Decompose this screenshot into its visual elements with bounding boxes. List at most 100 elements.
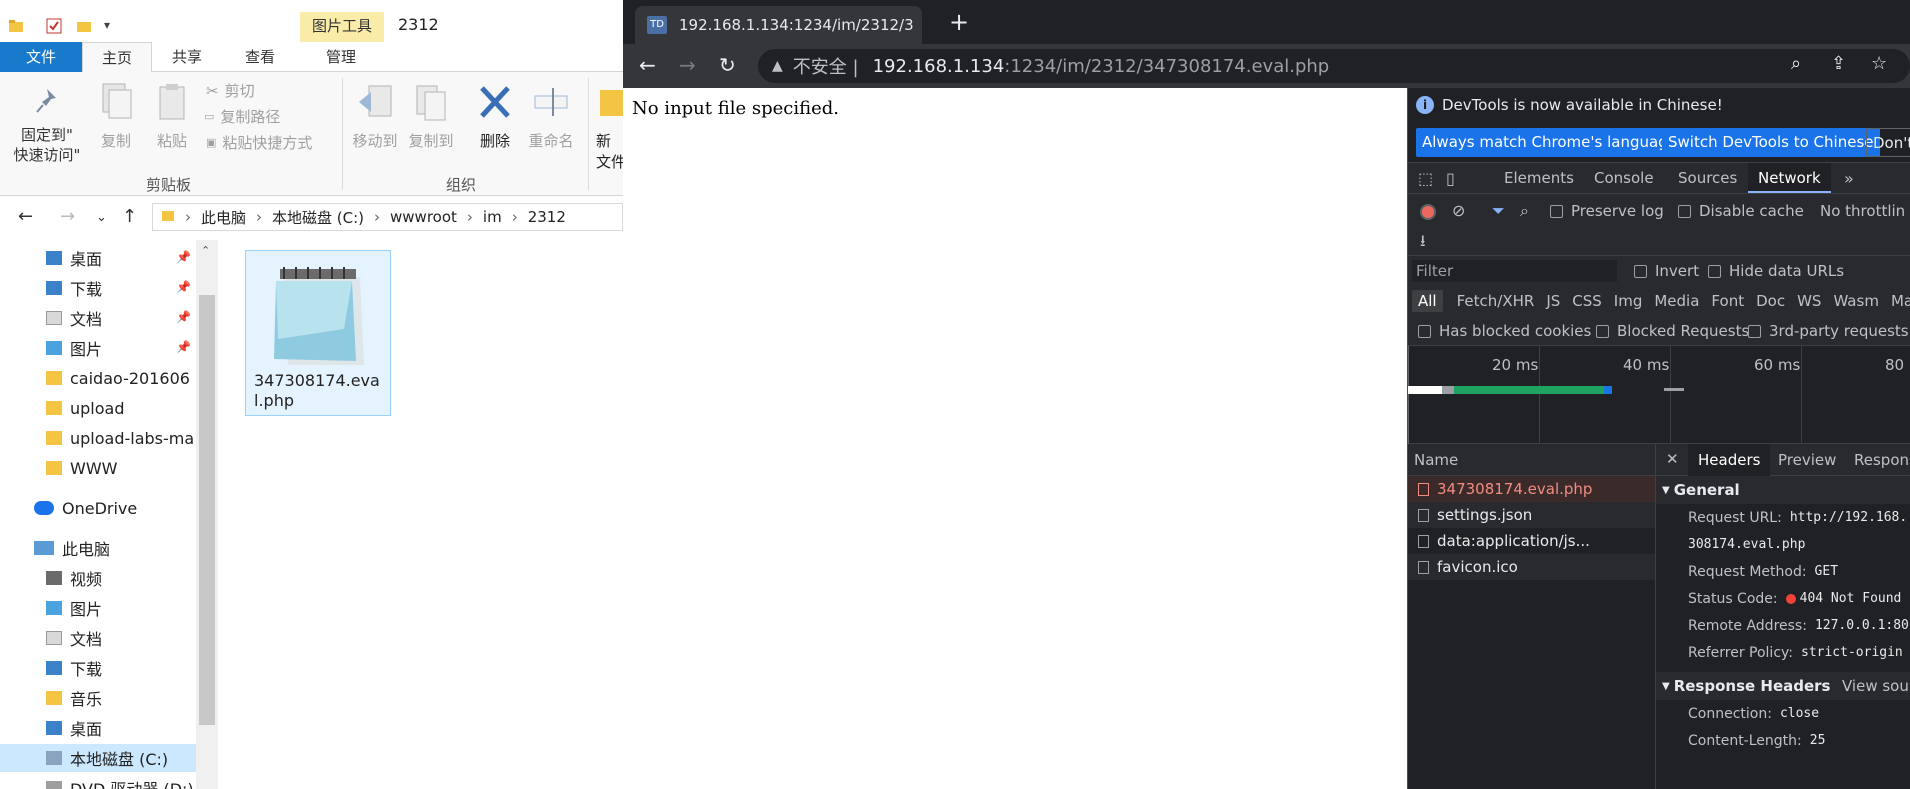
always-match-language-button[interactable]: Always match Chrome's language — [1416, 128, 1683, 157]
tab-elements[interactable]: Elements — [1494, 163, 1584, 193]
general-section-header[interactable]: ▼ General — [1656, 476, 1910, 504]
tab-file[interactable]: 文件 — [0, 42, 82, 72]
nav-item-downloads[interactable]: 下载 — [46, 654, 102, 682]
import-har-icon[interactable]: ⭳ — [1420, 230, 1426, 257]
nav-item-music[interactable]: 音乐 — [46, 684, 102, 712]
copy-button[interactable]: 复制 — [94, 82, 138, 151]
nav-item-folder[interactable]: upload-labs-ma — [46, 424, 194, 452]
response-headers-section-header[interactable]: ▼Response Headers View sourc — [1656, 672, 1910, 700]
tab-headers[interactable]: Headers — [1688, 444, 1771, 476]
type-filter-img[interactable]: Img — [1608, 290, 1649, 312]
nav-item-downloads[interactable]: 下载 — [46, 274, 102, 302]
more-tabs-chevron-icon[interactable]: » — [1844, 169, 1854, 188]
tab-share[interactable]: 共享 — [156, 42, 218, 72]
paste-button[interactable]: 粘贴 — [150, 82, 194, 151]
nav-item-videos[interactable]: 视频 — [46, 564, 102, 592]
new-folder-icon[interactable] — [76, 18, 92, 34]
blocked-requests-checkbox[interactable]: Blocked Requests — [1596, 322, 1749, 340]
switch-to-chinese-button[interactable]: Switch DevTools to Chinese — [1662, 128, 1880, 157]
request-row[interactable]: data:application/js... — [1408, 528, 1655, 554]
type-filter-css[interactable]: CSS — [1566, 290, 1608, 312]
invert-checkbox[interactable]: Invert — [1634, 262, 1699, 280]
forward-arrow-icon[interactable]: → — [679, 53, 696, 77]
inspect-element-icon[interactable]: ⬚ — [1418, 169, 1433, 188]
type-filter-wasm[interactable]: Wasm — [1827, 290, 1885, 312]
filter-funnel-icon[interactable]: ⏷ — [1492, 201, 1505, 221]
nav-item-pictures[interactable]: 图片 — [46, 594, 102, 622]
breadcrumb-item[interactable]: 此电脑 — [201, 207, 246, 228]
zoom-icon[interactable]: ⌕ — [1791, 53, 1801, 74]
nav-item-dvd-drive[interactable]: DVD 驱动器 (D:) — [46, 774, 194, 789]
back-arrow-icon[interactable]: ← — [18, 206, 33, 227]
clear-icon[interactable]: ⊘ — [1452, 201, 1465, 220]
address-bar[interactable]: ▲ 不安全 | 192.168.1.134 :1234/im/2312/3473… — [758, 49, 1910, 83]
bookmark-star-icon[interactable]: ☆ — [1871, 53, 1887, 74]
nav-item-pictures[interactable]: 图片 — [46, 334, 102, 362]
nav-item-folder[interactable]: caidao-201606 — [46, 364, 190, 392]
properties-check-icon[interactable] — [46, 18, 62, 34]
type-filter-media[interactable]: Media — [1648, 290, 1705, 312]
breadcrumb-item[interactable]: wwwroot — [390, 208, 457, 226]
file-item[interactable]: 347308174.eval.php — [245, 250, 391, 416]
nav-item-this-pc[interactable]: 此电脑 — [34, 534, 110, 562]
nav-item-folder[interactable]: upload — [46, 394, 125, 422]
cut-button[interactable]: ✂ 剪切 — [206, 80, 255, 101]
copy-to-button[interactable]: 复制到 — [404, 82, 458, 151]
tab-view[interactable]: 查看 — [228, 42, 292, 72]
filter-input[interactable]: Filter — [1412, 260, 1617, 282]
disable-cache-checkbox[interactable]: Disable cache — [1678, 202, 1804, 220]
nav-item-documents[interactable]: 文档 — [46, 304, 102, 332]
breadcrumb-item[interactable]: im — [483, 208, 502, 226]
nav-item-local-disk-c[interactable]: 本地磁盘 (C:) — [0, 744, 196, 772]
delete-button[interactable]: 删除 — [470, 82, 520, 151]
forward-arrow-icon[interactable]: → — [60, 206, 75, 227]
type-filter-ws[interactable]: WS — [1791, 290, 1827, 312]
scroll-up-icon[interactable]: ⌃ — [201, 244, 210, 257]
type-filter-doc[interactable]: Doc — [1750, 290, 1791, 312]
copy-path-button[interactable]: ▭ 复制路径 — [204, 106, 280, 127]
breadcrumb-item[interactable]: 2312 — [528, 208, 566, 226]
request-row[interactable]: favicon.ico — [1408, 554, 1655, 580]
search-icon[interactable]: ⌕ — [1520, 201, 1529, 221]
reload-icon[interactable]: ↻ — [719, 53, 736, 77]
tab-console[interactable]: Console — [1584, 163, 1664, 193]
tab-network[interactable]: Network — [1748, 163, 1831, 193]
paste-shortcut-button[interactable]: ▣ 粘贴快捷方式 — [206, 132, 312, 153]
tab-manage[interactable]: 管理 — [306, 42, 376, 72]
request-row[interactable]: 347308174.eval.php — [1408, 476, 1655, 502]
nav-item-desktop[interactable]: 桌面 — [46, 244, 102, 272]
breadcrumb-item[interactable]: 本地磁盘 (C:) — [272, 207, 364, 228]
address-bar[interactable]: › 此电脑 › 本地磁盘 (C:) › wwwroot › im › 2312 — [152, 203, 623, 231]
browser-tab[interactable]: TD 192.168.1.134:1234/im/2312/3 — [635, 6, 922, 44]
tab-preview[interactable]: Preview — [1768, 444, 1846, 476]
request-row[interactable]: settings.json — [1408, 502, 1655, 528]
share-icon[interactable]: ⇪ — [1831, 53, 1846, 74]
has-blocked-cookies-checkbox[interactable]: Has blocked cookies — [1418, 322, 1591, 340]
network-overview-timeline[interactable]: 20 ms 40 ms 60 ms 80 — [1408, 346, 1910, 444]
tab-sources[interactable]: Sources — [1668, 163, 1747, 193]
tab-response[interactable]: Respons — [1844, 444, 1910, 476]
type-filter-all[interactable]: All — [1412, 290, 1443, 312]
pin-quick-access-button[interactable]: 固定到" 快速访问" — [8, 86, 86, 165]
dont-show-again-button[interactable]: Don't s — [1866, 128, 1910, 157]
back-arrow-icon[interactable]: ← — [639, 53, 656, 77]
nav-item-folder[interactable]: WWW — [46, 454, 117, 482]
nav-item-onedrive[interactable]: OneDrive — [34, 494, 137, 522]
preserve-log-checkbox[interactable]: Preserve log — [1550, 202, 1664, 220]
type-filter-fetch[interactable]: Fetch/XHR — [1451, 290, 1541, 312]
device-toolbar-icon[interactable]: ▯ — [1446, 169, 1455, 188]
warning-triangle-icon[interactable]: ▲ — [772, 58, 783, 74]
qat-dropdown-icon[interactable]: ▾ — [104, 18, 120, 34]
record-icon[interactable] — [1420, 204, 1436, 220]
throttling-select[interactable]: No throttlin — [1820, 202, 1905, 220]
folder-icon[interactable] — [8, 18, 24, 34]
third-party-requests-checkbox[interactable]: 3rd-party requests — [1748, 322, 1909, 340]
new-tab-plus-icon[interactable]: + — [949, 8, 969, 36]
hide-data-urls-checkbox[interactable]: Hide data URLs — [1708, 262, 1844, 280]
tab-home[interactable]: 主页 — [82, 42, 152, 73]
name-column-header[interactable]: Name — [1408, 444, 1655, 476]
move-to-button[interactable]: 移动到 — [348, 82, 402, 151]
close-icon[interactable]: ✕ — [1666, 450, 1679, 468]
rename-button[interactable]: 重命名 — [524, 82, 578, 151]
type-filter-js[interactable]: JS — [1540, 290, 1566, 312]
